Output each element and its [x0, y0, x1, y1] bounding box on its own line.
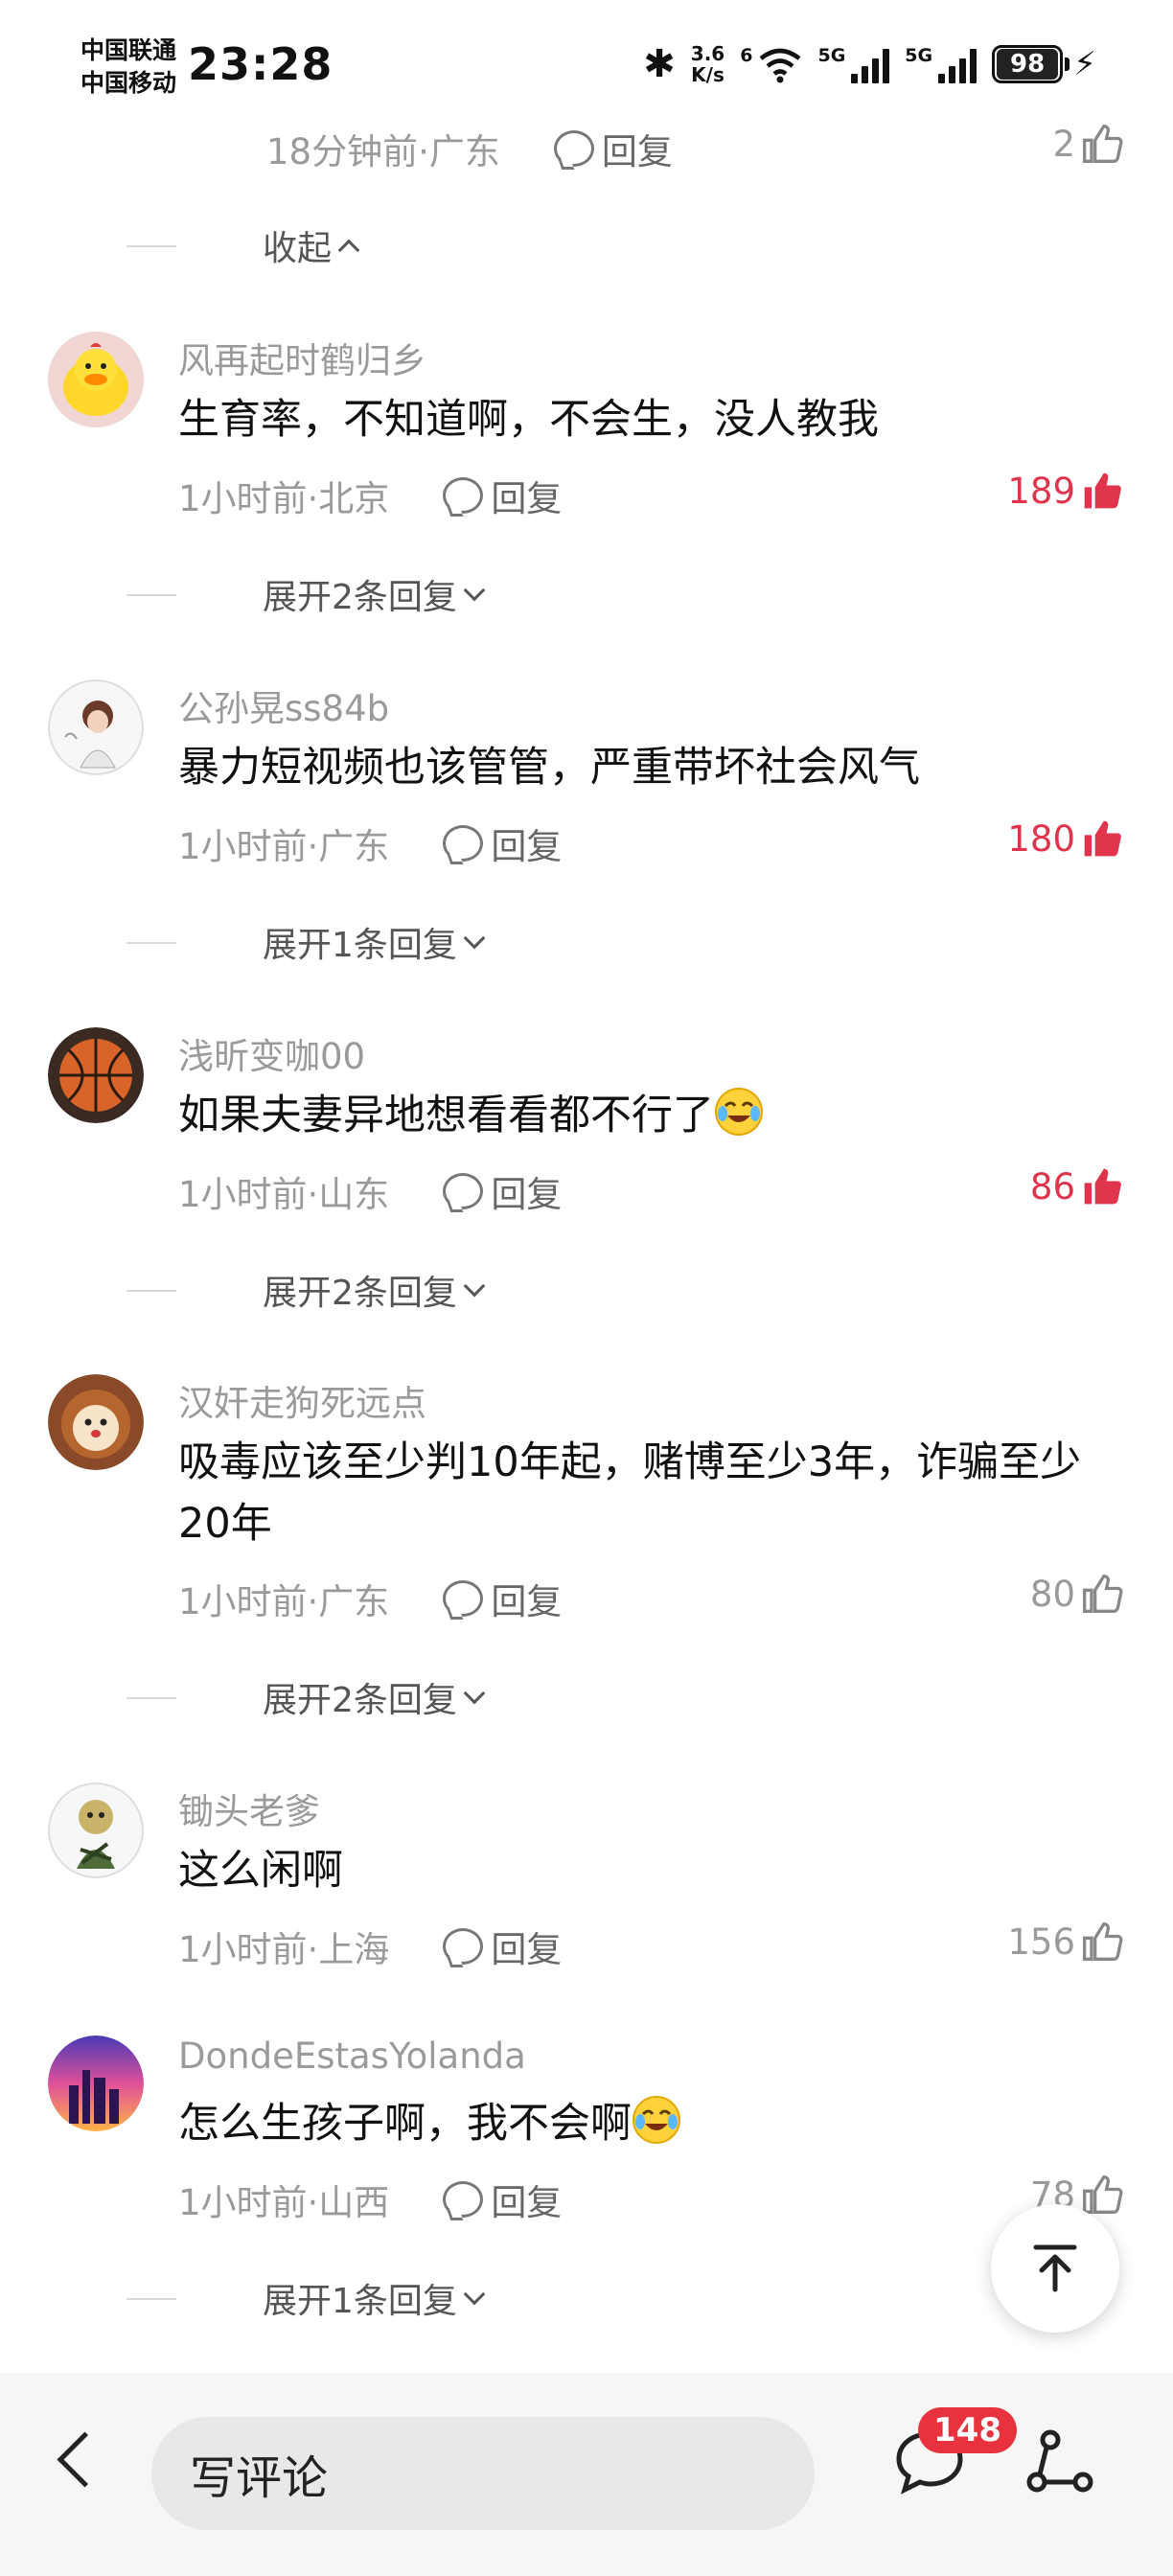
carrier-2: 中国移动 [80, 69, 177, 97]
username[interactable]: DondeEstasYolanda [178, 2036, 526, 2077]
comment-text: 这么闲啊 [178, 1847, 343, 1895]
like-button[interactable]: 189 [1007, 470, 1123, 512]
reply-button[interactable]: 回复 [443, 1165, 562, 1217]
bottom-bar: 写评论 148 [0, 2373, 1173, 2576]
thumb-up-icon [1081, 1573, 1123, 1615]
like-button[interactable]: 156 [1007, 1920, 1123, 1963]
username[interactable]: 公孙晃ss84b [178, 679, 389, 731]
signal-icon-2: 5G [905, 45, 978, 83]
comment-bubble-icon [443, 825, 484, 862]
comment-bubble-icon [443, 477, 484, 514]
comment-count-badge: 148 [918, 2407, 1017, 2453]
expand-replies[interactable]: 展开1条回复 [126, 2273, 486, 2323]
comment-bubble-icon [443, 1173, 484, 1209]
comment-text: 暴力短视频也该管管，严重带坏社会风气 [178, 744, 920, 792]
net-speed: 3.6 K/s [690, 42, 725, 86]
comment-meta: 1小时前·广东 回复 [178, 817, 562, 869]
chevron-down-icon [463, 1275, 486, 1298]
thumb-up-icon [1081, 1165, 1123, 1208]
username[interactable]: 浅昕变咖00 [178, 1027, 365, 1079]
write-comment-input[interactable]: 写评论 [151, 2417, 815, 2530]
bluetooth-icon: ✱ [643, 42, 676, 86]
like-button[interactable]: 180 [1007, 817, 1123, 860]
like-button[interactable]: 86 [1030, 1165, 1123, 1208]
reply-button[interactable]: 回复 [443, 470, 562, 521]
thumb-up-icon [1081, 123, 1123, 165]
collapse-replies[interactable]: 收起 [126, 220, 360, 270]
status-bar: 中国联通 中国移动 23:28 ✱ 3.6 K/s 6 5G 5G 98 ⚡ [0, 0, 1173, 134]
thumb-up-icon [1081, 470, 1123, 512]
comment-meta: 1小时前·上海 回复 [178, 1920, 562, 1972]
chevron-down-icon [463, 927, 486, 950]
partial-comment-meta: 18分钟前·广东 回复 [266, 123, 673, 174]
thumb-up-icon [1081, 817, 1123, 860]
avatar[interactable] [48, 1782, 144, 1878]
wifi-icon: 6 [740, 45, 802, 83]
comment-text: 吸毒应该至少判10年起，赌博至少3年，诈骗至少20年 [178, 1438, 1082, 1548]
scroll-to-top-button[interactable] [991, 2204, 1119, 2333]
avatar[interactable] [48, 679, 144, 775]
charging-icon: ⚡ [1073, 45, 1096, 83]
comment-bubble-icon [443, 1928, 484, 1965]
arrow-to-top-icon [1033, 2244, 1077, 2292]
username[interactable]: 锄头老爹 [178, 1782, 320, 1834]
avatar[interactable] [48, 1027, 144, 1123]
carrier-info: 中国联通 中国移动 [80, 34, 176, 100]
status-icons: ✱ 3.6 K/s 6 5G 5G 98 ⚡ [643, 42, 1096, 86]
avatar[interactable] [48, 1374, 144, 1470]
comment-meta: 1小时前·山西 回复 [178, 2174, 562, 2225]
comment-meta: 1小时前·广东 回复 [178, 1573, 562, 1624]
reply-button[interactable]: 回复 [443, 2174, 562, 2225]
comment-bubble-icon [443, 2181, 484, 2218]
thumb-up-icon [1081, 2174, 1123, 2216]
comment-text: 怎么生孩子啊，我不会啊 [178, 2093, 1117, 2154]
laugh-cry-emoji-icon [714, 1087, 764, 1137]
expand-replies[interactable]: 展开2条回复 [126, 1265, 486, 1315]
expand-replies[interactable]: 展开2条回复 [126, 569, 486, 619]
comment-text: 生育率，不知道啊，不会生，没人教我 [178, 396, 879, 444]
carrier-1: 中国联通 [80, 36, 177, 64]
username[interactable]: 汉奸走狗死远点 [178, 1374, 426, 1426]
avatar[interactable] [48, 2036, 144, 2131]
chevron-down-icon [463, 1682, 486, 1705]
comment-meta: 1小时前·北京 回复 [178, 470, 562, 521]
signal-icon-1: 5G [817, 45, 890, 83]
battery-icon: 98 ⚡ [992, 45, 1096, 83]
avatar[interactable] [48, 332, 144, 427]
comment-text: 如果夫妻异地想看看都不行了 [178, 1085, 1117, 1146]
comment-meta: 1小时前·山东 回复 [178, 1165, 562, 1217]
laugh-cry-emoji-icon [632, 2095, 681, 2145]
clock: 23:28 [188, 38, 334, 90]
like-button[interactable]: 2 [1052, 123, 1123, 165]
username[interactable]: 风再起时鹤归乡 [178, 332, 426, 383]
chevron-down-icon [463, 2283, 486, 2306]
comment-bubble-icon [443, 1580, 484, 1617]
reply-button[interactable]: 回复 [553, 123, 673, 174]
thumb-up-icon [1081, 1920, 1123, 1963]
comment-bubble-icon [553, 130, 594, 167]
expand-replies[interactable]: 展开1条回复 [126, 917, 486, 967]
chevron-down-icon [463, 579, 486, 602]
chevron-up-icon [337, 239, 360, 262]
like-button[interactable]: 80 [1030, 1573, 1123, 1615]
expand-replies[interactable]: 展开2条回复 [126, 1672, 486, 1722]
reply-button[interactable]: 回复 [443, 817, 562, 869]
reply-button[interactable]: 回复 [443, 1920, 562, 1972]
reply-button[interactable]: 回复 [443, 1573, 562, 1624]
back-icon[interactable] [54, 2436, 92, 2474]
share-icon[interactable] [1022, 2423, 1098, 2499]
